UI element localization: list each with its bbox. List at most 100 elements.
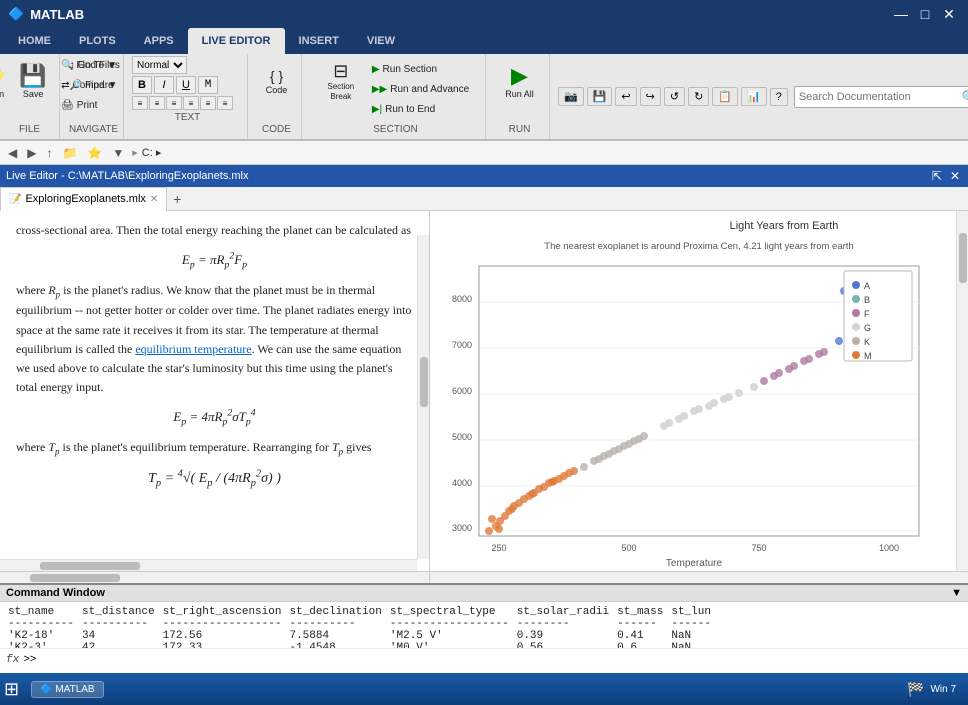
open-button[interactable]: 📂 Open bbox=[0, 56, 12, 108]
run-and-advance-button[interactable]: ▶▶ Run and Advance bbox=[367, 80, 474, 98]
italic-button[interactable]: I bbox=[154, 76, 174, 94]
monospace-button[interactable]: M bbox=[198, 76, 218, 94]
find-button[interactable]: 🔎 Find ▼ bbox=[65, 76, 123, 94]
main-content: cross-sectional area. Then the total ene… bbox=[0, 211, 968, 571]
tab-bar: 📝 ExploringExoplanets.mlx ✕ + bbox=[0, 187, 968, 211]
search-input[interactable] bbox=[799, 91, 959, 103]
browse-button[interactable]: 📁 bbox=[58, 144, 81, 162]
favorites-button[interactable]: ⭐ bbox=[83, 144, 106, 162]
tab-plots[interactable]: PLOTS bbox=[65, 28, 130, 54]
editor-bottom-scroll[interactable] bbox=[0, 572, 430, 583]
app-title: 🔷 MATLAB bbox=[8, 6, 84, 22]
command-content[interactable]: st_name st_distance st_right_ascension s… bbox=[0, 602, 968, 648]
tab-view[interactable]: VIEW bbox=[353, 28, 409, 54]
ribbon-tab-bar: HOME PLOTS APPS LIVE EDITOR INSERT VIEW bbox=[0, 28, 968, 54]
command-window-title: Command Window bbox=[6, 587, 105, 599]
start-button[interactable]: ⊞ bbox=[4, 679, 19, 700]
run-section-button[interactable]: ▶ Run Section bbox=[367, 60, 474, 78]
run-all-button[interactable]: ▶ Run All bbox=[495, 56, 545, 108]
align-left-button[interactable]: ≡ bbox=[132, 96, 148, 110]
navigate-group-label: NAVIGATE bbox=[68, 122, 119, 137]
command-window: Command Window ▼ st_name st_distance st_… bbox=[0, 583, 968, 673]
command-prompt-label: fx bbox=[6, 654, 19, 666]
svg-text:6000: 6000 bbox=[452, 386, 472, 396]
editor-content[interactable]: cross-sectional area. Then the total ene… bbox=[0, 211, 429, 571]
toolbar-icon-undo[interactable]: ↩ bbox=[615, 87, 636, 106]
chart-vertical-scrollbar[interactable] bbox=[956, 211, 968, 571]
section-break-button[interactable]: ⊟ SectionBreak bbox=[317, 56, 365, 108]
toolbar-icon-2[interactable]: 💾 bbox=[587, 87, 613, 106]
chart-bottom-scroll[interactable] bbox=[430, 572, 968, 583]
editor-undock-button[interactable]: ⇱ bbox=[930, 169, 944, 183]
command-titlebar: Command Window ▼ bbox=[0, 585, 968, 602]
equation-3: Tp = 4√( Ep / (4πRp2σ) ) bbox=[16, 467, 413, 493]
forward-button[interactable]: ▶ bbox=[23, 144, 40, 162]
tab-insert[interactable]: INSERT bbox=[285, 28, 353, 54]
tab-apps[interactable]: APPS bbox=[130, 28, 188, 54]
find-icon: 🔎 bbox=[70, 80, 82, 91]
run-to-end-button[interactable]: ▶| Run to End bbox=[367, 100, 474, 118]
svg-text:4000: 4000 bbox=[452, 478, 472, 488]
ribbon-group-code: { } Code CODE bbox=[252, 54, 302, 139]
bold-button[interactable]: B bbox=[132, 76, 152, 94]
col-st-name: st_name bbox=[8, 606, 82, 618]
col-st-distance: st_distance bbox=[82, 606, 163, 618]
save-button[interactable]: 💾 Save bbox=[14, 56, 52, 108]
editor-tab[interactable]: 📝 ExploringExoplanets.mlx ✕ bbox=[0, 187, 167, 211]
toolbar-icon-6[interactable]: 📊 bbox=[741, 87, 767, 106]
tab-live-editor[interactable]: LIVE EDITOR bbox=[188, 28, 285, 54]
command-input[interactable] bbox=[40, 654, 962, 666]
toolbar-icon-3[interactable]: ↺ bbox=[664, 87, 685, 106]
text-style-dropdown[interactable]: Normal bbox=[132, 56, 187, 74]
ribbon-group-text: Normal B I U M ≡ ≡ ≡ ≡ ≡ ≡ TEXT bbox=[128, 54, 248, 139]
text-group-label: TEXT bbox=[132, 110, 243, 125]
maximize-button[interactable]: □ bbox=[914, 3, 936, 25]
col-st-ra: st_right_ascension bbox=[163, 606, 290, 618]
chart-scrollbar-thumb[interactable] bbox=[959, 233, 967, 283]
command-expand-icon[interactable]: ▼ bbox=[951, 587, 962, 599]
svg-text:G: G bbox=[864, 323, 871, 333]
tab-close-button[interactable]: ✕ bbox=[150, 194, 158, 205]
toolbar-icon-redo[interactable]: ↪ bbox=[640, 87, 661, 106]
new-tab-button[interactable]: + bbox=[167, 191, 187, 207]
col-st-mass: st_mass bbox=[617, 606, 671, 618]
back-button[interactable]: ◀ bbox=[4, 144, 21, 162]
svg-text:Temperature: Temperature bbox=[666, 558, 723, 569]
history-button[interactable]: ▼ bbox=[108, 144, 128, 162]
ribbon-group-navigate: ↕ Go To ▼ 🔎 Find ▼ NAVIGATE bbox=[64, 54, 124, 139]
align-right-button[interactable]: ≡ bbox=[166, 96, 182, 110]
table-row: 'K2-18' 34 172.56 7.5884 'M2.5 V' 0.39 0… bbox=[8, 630, 719, 642]
toolbar-icon-1[interactable]: 📷 bbox=[558, 87, 584, 106]
tab-label: ExploringExoplanets.mlx bbox=[25, 193, 145, 205]
code-button[interactable]: { } Code bbox=[255, 56, 299, 108]
hscroll-thumb[interactable] bbox=[30, 574, 120, 582]
col-st-dec: st_declination bbox=[289, 606, 389, 618]
win7-logo: 🏁 bbox=[907, 681, 924, 698]
vertical-scrollbar[interactable] bbox=[417, 235, 429, 559]
taskbar-matlab[interactable]: 🔷 MATLAB bbox=[31, 681, 104, 698]
equilibrium-link[interactable]: equilibrium temperature bbox=[135, 342, 251, 356]
up-button[interactable]: ↑ bbox=[42, 144, 56, 162]
svg-text:750: 750 bbox=[751, 543, 766, 553]
svg-text:250: 250 bbox=[491, 543, 506, 553]
close-button[interactable]: ✕ bbox=[938, 3, 960, 25]
tab-home[interactable]: HOME bbox=[4, 28, 65, 54]
toolbar-icon-5[interactable]: 📋 bbox=[712, 87, 738, 106]
toolbar-icon-4[interactable]: ↻ bbox=[688, 87, 709, 106]
outdent-button[interactable]: ≡ bbox=[217, 96, 233, 110]
scrollbar-thumb[interactable] bbox=[420, 357, 428, 407]
title-bar: 🔷 MATLAB — □ ✕ bbox=[0, 0, 968, 28]
minimize-button[interactable]: — bbox=[890, 3, 912, 25]
underline-button[interactable]: U bbox=[176, 76, 196, 94]
horizontal-scrollbar[interactable] bbox=[0, 559, 417, 571]
editor-close-button[interactable]: ✕ bbox=[948, 169, 962, 183]
goto-button[interactable]: ↕ Go To ▼ bbox=[65, 56, 123, 74]
window-controls[interactable]: — □ ✕ bbox=[890, 3, 960, 25]
hscrollbar-thumb[interactable] bbox=[40, 562, 140, 570]
justify-button[interactable]: ≡ bbox=[183, 96, 199, 110]
align-center-button[interactable]: ≡ bbox=[149, 96, 165, 110]
paragraph-3: where Tp is the planet's equilibrium tem… bbox=[16, 438, 413, 459]
indent-button[interactable]: ≡ bbox=[200, 96, 216, 110]
app-icon: 🔷 bbox=[8, 6, 24, 22]
help-button[interactable]: ? bbox=[770, 88, 788, 106]
